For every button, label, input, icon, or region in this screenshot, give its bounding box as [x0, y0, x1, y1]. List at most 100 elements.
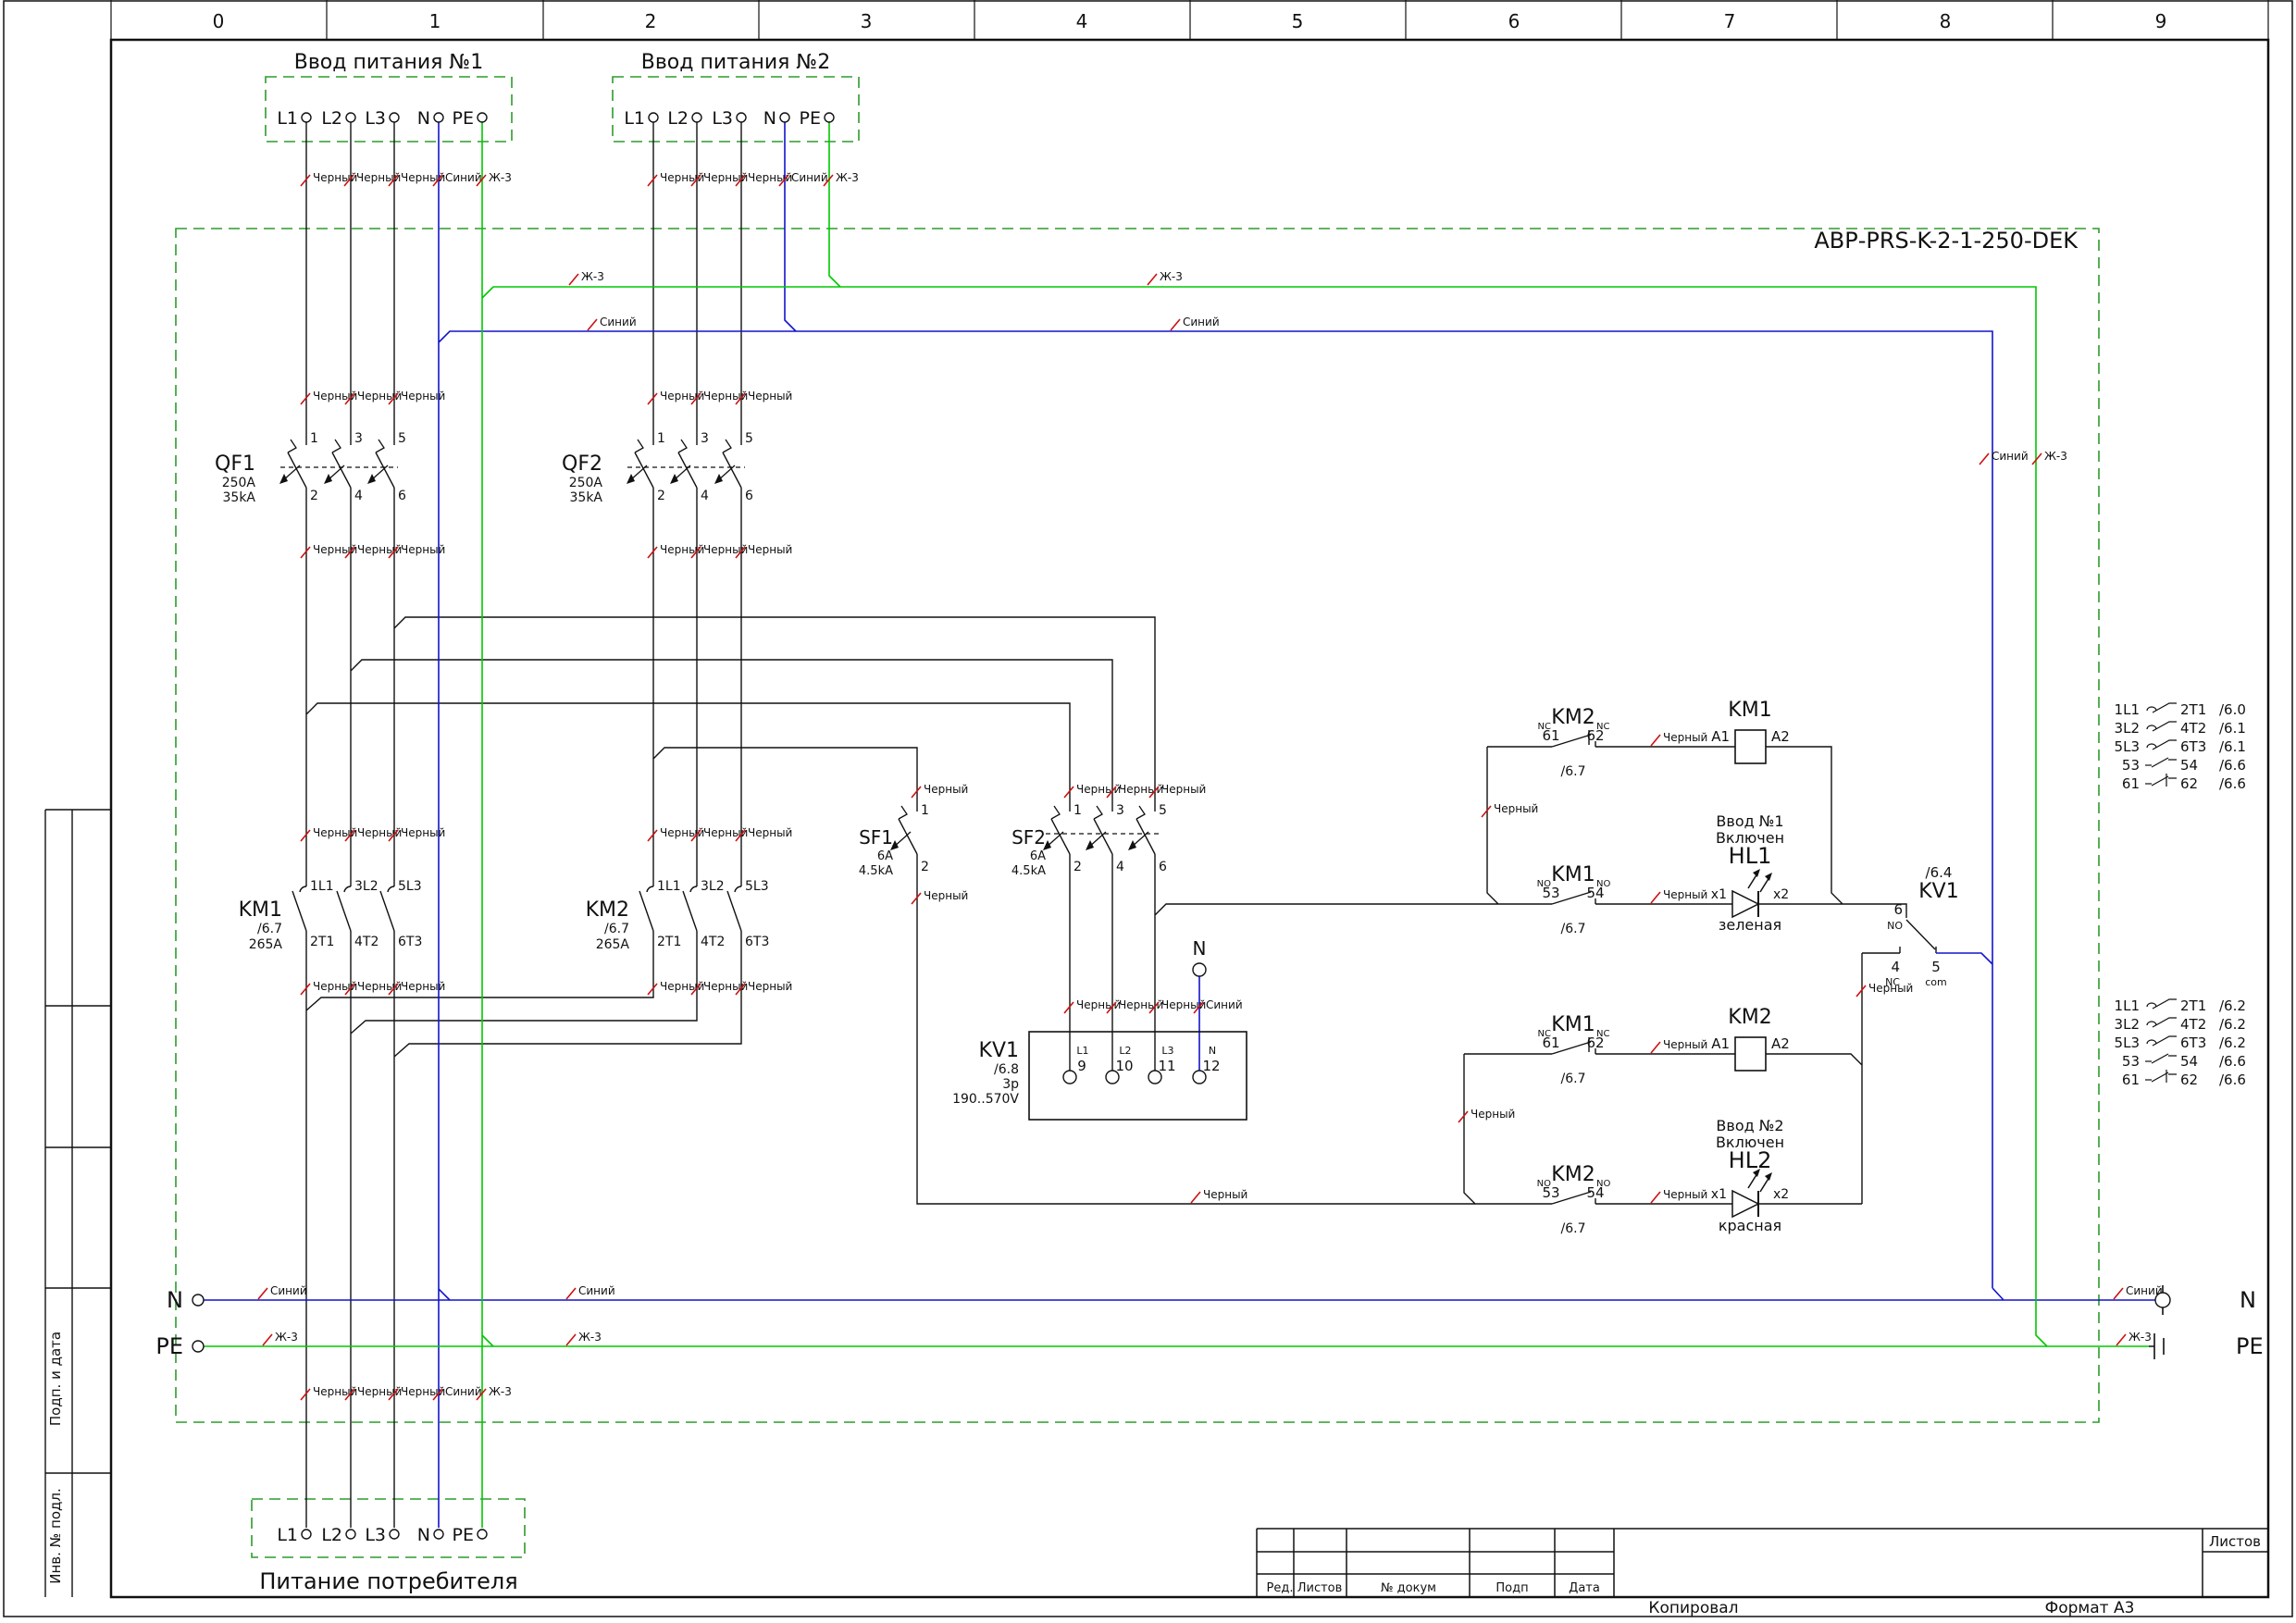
- sf2-breaking: 4.5kA: [1011, 864, 1046, 878]
- wire-color-label: Черный: [1663, 731, 1707, 744]
- breaker-arrow-head: [670, 474, 678, 484]
- xref-left: 1L1: [2115, 701, 2140, 718]
- kv1-term-circle: [1062, 1070, 1077, 1084]
- wire-color-label: Черный: [401, 1385, 445, 1398]
- aux-contact-ref: /6.7: [1561, 764, 1586, 779]
- wire-color-slash: [1063, 1001, 1074, 1014]
- terminal-circle: [477, 1529, 488, 1540]
- wire-color-slash: [1190, 1191, 1201, 1204]
- qf-term: 4: [701, 489, 709, 503]
- qf2-name: QF2: [562, 452, 602, 476]
- kv1-ref: /6.8: [994, 1062, 1019, 1077]
- titleblock-col-label: № докум: [1381, 1581, 1436, 1595]
- qf-term: 6: [398, 489, 406, 503]
- titleblock-col-label: Листов: [1297, 1581, 1343, 1595]
- xref-left: 53: [2122, 1053, 2140, 1070]
- wire-color-label: Черный: [1471, 1108, 1515, 1121]
- kv1-poles: 3p: [1002, 1077, 1019, 1092]
- wire-color-label: Синий: [1206, 998, 1243, 1011]
- hl2-name: HL2: [1729, 1147, 1772, 1173]
- ruler-number: 3: [861, 10, 873, 32]
- kv1-com-num: 5: [1931, 959, 1941, 975]
- wire-color-slash: [1170, 318, 1181, 331]
- km1-ref: /6.7: [257, 922, 282, 936]
- wire-color-label: Черный: [748, 980, 792, 993]
- output-title: Питание потребителя: [259, 1568, 517, 1594]
- qf2-breaking: 35kA: [570, 490, 603, 505]
- xref-ref: /6.2: [2219, 1016, 2246, 1033]
- wire-color-label: Черный: [924, 783, 968, 796]
- aux-contact-name: KM1: [1551, 863, 1595, 886]
- breaker-blade: [898, 818, 918, 855]
- terminal-label: L2: [321, 1525, 342, 1545]
- lamp-ray-head: [1753, 869, 1760, 877]
- qf-term: 1: [310, 431, 318, 446]
- input2-box: [612, 76, 860, 142]
- xref-right: 6T3: [2180, 738, 2206, 755]
- sf-term: 2: [1074, 860, 1082, 874]
- qf1-current: 250A: [222, 476, 256, 490]
- wire-color-label: Ж-3: [2128, 1331, 2152, 1344]
- side-panel-grid: [44, 809, 111, 1597]
- xref-left: 5L3: [2115, 738, 2140, 755]
- wire-color-label: Черный: [401, 390, 445, 403]
- breaker-blade: [1136, 818, 1156, 855]
- xref-glyph: [2151, 775, 2177, 787]
- xref-right: 4T2: [2180, 720, 2206, 737]
- qf-term: 3: [354, 431, 363, 446]
- wire-color-slash: [300, 174, 311, 187]
- n-left-circle: [192, 1294, 205, 1307]
- wire-color-label: Черный: [1161, 783, 1206, 796]
- xref-ref: /6.6: [2219, 757, 2246, 774]
- xref-glyph: [2146, 725, 2157, 730]
- aux-contact-ref: /6.7: [1561, 922, 1586, 936]
- footer-copied: Копировал: [1648, 1599, 1738, 1617]
- hl2-line1: Ввод №2: [1716, 1117, 1783, 1134]
- wire-color-slash: [1650, 1191, 1661, 1204]
- wire-color-label: Ж-3: [275, 1331, 298, 1344]
- xref-glyph: [2152, 702, 2177, 713]
- kv1-no-num: 6: [1893, 901, 1903, 918]
- terminal-circle: [433, 1529, 444, 1540]
- kv1-range: 190..570V: [952, 1092, 1019, 1107]
- wire-color-label: Синий: [1183, 316, 1220, 328]
- terminal-circle: [389, 112, 400, 123]
- wire-color-label: Черный: [703, 390, 748, 403]
- xref-glyph: [2151, 757, 2177, 768]
- avr-enclosure-box: [175, 228, 2100, 1423]
- wire-color-label: Черный: [1161, 998, 1206, 1011]
- wire-color-label: Черный: [401, 826, 445, 839]
- xref-ref: /6.6: [2219, 775, 2246, 792]
- breaker-arrow-head: [714, 474, 723, 484]
- terminal-label: L3: [365, 1525, 386, 1545]
- kv1-term-circle: [1192, 1070, 1207, 1084]
- n-left-label: N: [167, 1287, 183, 1313]
- sf1-name: SF1: [859, 826, 893, 849]
- titleblock-col-label: Дата: [1569, 1581, 1600, 1595]
- qf-term: 3: [701, 431, 709, 446]
- breaker-release-hook: [287, 439, 297, 453]
- wire-color-slash: [1979, 452, 1990, 465]
- wire-color-label: Черный: [748, 543, 792, 556]
- side-label-inv-no: Инв. № подл.: [47, 1488, 64, 1583]
- contactor-arc: [387, 886, 395, 893]
- aux-contact-term: 61: [1542, 727, 1559, 744]
- wire-color-label: Ж-3: [489, 1385, 512, 1398]
- wire-color-slash: [647, 829, 658, 842]
- km-term: 6T3: [398, 935, 422, 949]
- wire-color-slash: [1650, 1041, 1661, 1054]
- kv1-term-num: 11: [1158, 1058, 1175, 1074]
- km2-ref: /6.7: [604, 922, 629, 936]
- wire-color-slash: [587, 318, 598, 331]
- kv1-term-num: 12: [1202, 1058, 1220, 1074]
- wire-color-label: Черный: [401, 171, 445, 184]
- wire-color-slash: [647, 392, 658, 405]
- wire-color-slash: [1481, 805, 1492, 818]
- aux-contact-name: KM1: [1551, 1013, 1595, 1036]
- qf-term: 6: [745, 489, 753, 503]
- terminal-label: PE: [800, 108, 821, 129]
- km1-coil: [1734, 729, 1767, 764]
- wire-color-label: Черный: [703, 543, 748, 556]
- sf-term: 2: [921, 860, 929, 874]
- kv1-term-num: 10: [1115, 1058, 1133, 1074]
